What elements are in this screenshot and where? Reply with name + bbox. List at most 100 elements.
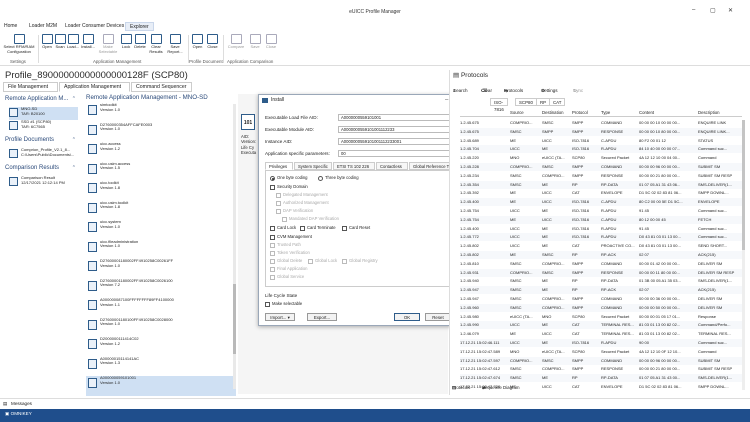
application-item[interactable]: D27600001180100FF4910258C0028000 Version …	[86, 317, 236, 338]
table-row[interactable]: 1.2.45.234 SMSC COMPRIO... SMPP RESPONSE 00 0…	[460, 172, 742, 180]
application-item[interactable]: D27600001180002FF4910258C00261FF Version …	[86, 258, 236, 279]
table-row[interactable]: 1.2.45.228 COMPRIO... SMSC SMPP COMMAND 00 00…	[460, 163, 742, 171]
menu-loader-m2m[interactable]: Loader M2M	[29, 23, 57, 29]
table-row[interactable]: 1.2.45.960 SMSC COMPRIO... SMPP COMMAND 00 00…	[460, 303, 742, 312]
radio-one-byte[interactable]: One byte coding	[270, 175, 308, 181]
save-report-button[interactable]: Save Report...	[165, 34, 185, 54]
check-make-selectable[interactable]: Make selectable	[265, 301, 302, 307]
application-item[interactable]: uicc.fileadministration Version 1.0	[86, 239, 236, 260]
table-row[interactable]: 1.2.45.931 COMPRIO... SMSC SMPP RESPONSE 00 0…	[460, 268, 742, 277]
chevron-up-icon[interactable]: ⌃	[72, 137, 76, 143]
check-authorized[interactable]: Authorized Management	[276, 200, 329, 206]
check-trusted-path[interactable]: Trusted Path	[270, 242, 301, 248]
comp-close-button[interactable]: Close	[264, 34, 278, 50]
table-row[interactable]: 1.2.45.947 SMSC ME RP RP-ACK 02 07 ACK(215)	[460, 286, 742, 295]
table-row[interactable]: 1.2.45.980 eUICC (TA... MNO SCP80 Secured Pa…	[460, 313, 742, 321]
application-item[interactable]: uicc.system Version 1.0	[86, 219, 236, 240]
open-button[interactable]: Open	[41, 34, 53, 50]
tab-privileges[interactable]: Privileges	[265, 162, 293, 170]
profile-docs-header[interactable]: Profile Documents ⌃	[5, 137, 78, 146]
scroll-thumb[interactable]	[233, 284, 236, 354]
scrollbar[interactable]	[233, 104, 236, 389]
menu-loader-consumer[interactable]: Loader Consumer Devices	[65, 23, 124, 29]
scan-button[interactable]: Scan	[54, 34, 66, 50]
check-global-delete[interactable]: Global Delete	[270, 258, 302, 264]
check-card-terminate[interactable]: Card Terminate	[300, 225, 336, 231]
lock-button[interactable]: Lock	[120, 34, 132, 50]
col-source[interactable]: Source	[510, 110, 524, 115]
table-row[interactable]: 1.2.46.079 ME UICC CAT TERMINAL RES... 81 03 …	[460, 330, 742, 338]
scroll-thumb[interactable]	[742, 120, 745, 250]
check-delegated[interactable]: Delegated Management	[276, 192, 328, 198]
application-item[interactable]: uicc.toolkit Version 1.8	[86, 180, 236, 201]
check-final-application[interactable]: Final Application	[270, 266, 308, 272]
tab-etsi[interactable]: ETSI TS 102 226	[333, 162, 375, 170]
ok-button[interactable]: OK	[394, 313, 420, 321]
minimize-icon[interactable]: –	[692, 7, 695, 13]
delete-button[interactable]: Delete	[133, 34, 147, 50]
clear-results-button[interactable]: Clear Results	[148, 34, 164, 54]
application-item[interactable]: uicc.access Version 1.2	[86, 141, 236, 162]
filter-cat[interactable]: CAT	[549, 98, 566, 106]
application-item[interactable]: uicc.usim.access Version 1.5	[86, 161, 236, 182]
tab-system-specific[interactable]: System Specific	[294, 162, 332, 170]
table-row[interactable]: 1.2.45.947 SMSC COMPRIO... SMPP COMMAND 00 00…	[460, 295, 742, 303]
table-row[interactable]: 1.2.45.400 UICC ME ISO-7816 R-APDU 91 45 Comma…	[460, 225, 742, 233]
table-row[interactable]: 1.2.45.675 COMPRIO... SMSC SMPP COMMAND 00 00…	[460, 119, 742, 127]
reset-button[interactable]: Reset	[425, 313, 451, 321]
table-row[interactable]: 1.2.45.802 ME SMSC RP RP-ACK 02 07 ACK(215)	[460, 251, 742, 259]
check-global-service[interactable]: Global Service	[270, 274, 304, 280]
col-destination[interactable]: Destination	[542, 110, 564, 115]
tab-command-sequencer[interactable]: Command Sequencer	[131, 82, 192, 92]
filter-rp[interactable]: RP	[536, 98, 551, 106]
doc-open-button[interactable]: Open	[191, 34, 204, 50]
table-scrollbar[interactable]	[742, 120, 745, 390]
application-item[interactable]: D2000000111414C02 Version 1.2	[86, 336, 236, 357]
table-row[interactable]: 1.2.45.704 UICC ME ISO-7816 R-APDU 84 10 40 0…	[460, 145, 742, 154]
table-row[interactable]: 1.2.45.220 MNO eUICC (TA... SCP80 Secured Pa…	[460, 154, 742, 162]
col-type[interactable]: Type	[601, 110, 610, 115]
application-item[interactable]: D27600001180002FF4910258C0026100 Version …	[86, 278, 236, 299]
compare-button[interactable]: Compare	[226, 34, 246, 50]
comparison-header[interactable]: Comparison Results ⌃	[5, 165, 78, 174]
menu-home[interactable]: Home	[4, 23, 17, 29]
application-item[interactable]: uicc.usim.toolkit Version 1.8	[86, 200, 236, 221]
list-item-profile-doc[interactable]: Comprion_Profile_V2.1_8... C:\Users\Publi…	[9, 147, 78, 161]
table-row[interactable]: 17.12.21 15:02:47.674 SMSC ME RP RP-DATA 01 0…	[460, 374, 742, 383]
doc-close-button[interactable]: Close	[206, 34, 219, 50]
check-cvm[interactable]: CVM Management	[270, 234, 312, 240]
check-token-verification[interactable]: Token Verification	[270, 250, 310, 256]
list-item-ssd1[interactable]: SSD #1 (SCP80) TAR: 6C7565	[9, 119, 78, 133]
table-row[interactable]: 1.2.45.392 ME UICC CAT ENVELOPE D1 5C 02 02 8…	[460, 189, 742, 197]
table-row[interactable]: 1.2.45.754 ME UICC ISO-7816 C-APDU 80 12 00 0…	[460, 215, 742, 224]
load-button[interactable]: Load...	[66, 34, 80, 50]
chevron-up-icon[interactable]: ⌃	[72, 96, 76, 102]
application-item[interactable]: D2760000354AFFCAFE0003 Version 1.0	[86, 122, 236, 143]
table-row[interactable]: 17.12.21 15:02:47.612 SMSC COMPRIO... SMPP R…	[460, 365, 742, 373]
table-row[interactable]: 1.2.45.810 SMSC COMPRIO... SMPP COMMAND 00 00…	[460, 260, 742, 268]
table-row[interactable]: 17.12.21 15:02:47.597 COMPRIO... SMSC SMPP C…	[460, 356, 742, 365]
export-button[interactable]: Export...	[307, 313, 337, 321]
tab-contactless[interactable]: Contactless	[376, 162, 408, 170]
application-item[interactable]: A000000059101001 Version 1.0	[86, 375, 236, 396]
install-button[interactable]: Install...	[80, 34, 96, 50]
maximize-icon[interactable]: ▢	[710, 7, 716, 14]
filter-scp80[interactable]: SCP80	[515, 98, 537, 106]
table-row[interactable]: 1.2.45.754 UICC ME ISO-7816 R-APDU 91 45 Comma…	[460, 207, 742, 215]
tab-file-management[interactable]: File Management	[3, 82, 58, 92]
check-card-lock[interactable]: Card Lock	[270, 225, 296, 231]
table-row[interactable]: 1.2.45.354 SMSC ME RP RP-DATA 01 07 05 A1 31 …	[460, 180, 742, 189]
filter-iso7816[interactable]: ISO-7816	[490, 98, 508, 112]
close-icon[interactable]: ✕	[728, 7, 733, 14]
check-global-registry[interactable]: Global Registry	[342, 258, 378, 264]
make-selectable-button[interactable]: Make Selectable	[96, 34, 120, 54]
minimize-icon[interactable]: –	[445, 95, 448, 106]
check-mandated-dap[interactable]: Mandated DAP Verification	[282, 216, 339, 222]
import-button[interactable]: Import... ▾	[265, 313, 295, 321]
table-row[interactable]: 1.2.45.689 ME UICC ISO-7816 C-APDU 80 F2 00 0…	[460, 137, 742, 145]
table-row[interactable]: 1.2.45.400 ME UICC ISO-7816 C-APDU 80 C2 00 0…	[460, 198, 742, 207]
col-content[interactable]: Content	[639, 110, 654, 115]
check-security-domain[interactable]: Security Domain	[270, 184, 308, 190]
col-description[interactable]: Description	[698, 110, 720, 115]
application-item[interactable]: simtoolkit Version 1.0	[86, 102, 236, 123]
